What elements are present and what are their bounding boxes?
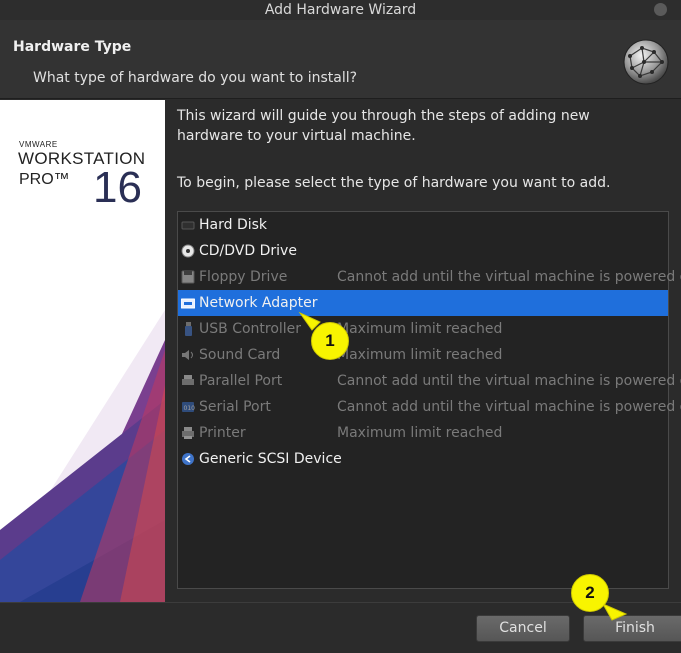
globe-icon [623,39,669,85]
finish-button[interactable]: Finish [583,615,681,642]
list-item-status: Maximum limit reached [337,425,503,441]
close-icon[interactable] [654,3,667,16]
window-title: Add Hardware Wizard [264,2,417,18]
wizard-content: This wizard will guide you through the s… [177,106,657,146]
callout-badge-2: 2 [571,574,609,612]
svg-text:010: 010 [184,405,196,412]
button-bar [0,602,681,653]
list-item-status: Maximum limit reached [337,347,503,363]
brand-vendor: VMWARE [19,140,58,149]
list-item-name: Printer [199,425,246,441]
list-item-name: USB Controller [199,321,302,337]
floppy-icon [181,270,195,284]
wizard-header: Hardware Type What type of hardware do y… [0,20,681,99]
list-item[interactable]: Hard Disk [178,212,668,238]
hard-disk-icon [181,221,195,230]
sound-card-icon [182,350,193,360]
parallel-port-icon [182,375,194,385]
list-item-status: Cannot add until the virtual machine is … [337,399,681,415]
list-item-name: Sound Card [199,347,281,363]
list-item[interactable]: Sound Card Maximum limit reached [178,342,668,368]
hardware-type-list[interactable]: Hard Disk CD/DVD Drive Floppy Drive Cannot … [177,211,681,589]
list-item-name: Hard Disk [199,217,268,233]
page-subtitle: What type of hardware do you want to ins… [33,70,358,86]
intro-text: This wizard will guide you through the s… [177,108,590,144]
list-item-status: Cannot add until the virtual machine is … [337,269,681,285]
page-title: Hardware Type [13,39,132,55]
list-item[interactable]: Parallel Port Cannot add until the virtua… [178,368,681,394]
list-item[interactable]: 010 Serial Port Cannot add until the virtu… [178,394,681,420]
printer-icon [182,427,194,439]
list-item[interactable]: Printer Maximum limit reached [178,420,668,446]
list-item[interactable]: Floppy Drive Cannot add until the virtual… [178,264,681,290]
list-item[interactable]: CD/DVD Drive [178,238,668,264]
list-item[interactable]: Generic SCSI Device [178,446,668,472]
usb-icon [185,322,192,336]
callout-badge-1: 1 [311,322,349,360]
serial-port-icon: 010 [182,402,196,412]
list-item[interactable]: Network Adapter [178,290,668,316]
instruction-text: To begin, please select the type of hard… [177,175,611,191]
network-adapter-icon [181,298,195,309]
brand-panel: VMWARE WORKSTATION PRO™ 16 [0,100,165,602]
list-item-name: Generic SCSI Device [199,451,342,467]
cd-dvd-icon [181,244,195,258]
list-item-name: CD/DVD Drive [199,243,297,259]
window-titlebar: Add Hardware Wizard [0,0,681,20]
list-item-name: Serial Port [199,399,271,415]
list-item-name: Parallel Port [199,373,283,389]
list-item-status: Cannot add until the virtual machine is … [337,373,681,389]
list-item-name: Network Adapter [199,295,318,311]
list-item-status: Maximum limit reached [337,321,503,337]
scsi-device-icon [182,453,194,465]
cancel-button[interactable]: Cancel [476,615,570,642]
list-item[interactable]: USB Controller Maximum limit reached [178,316,668,342]
brand-edition: PRO™ [19,171,70,188]
list-item-name: Floppy Drive [199,269,288,285]
brand-version: 16 [93,163,142,212]
